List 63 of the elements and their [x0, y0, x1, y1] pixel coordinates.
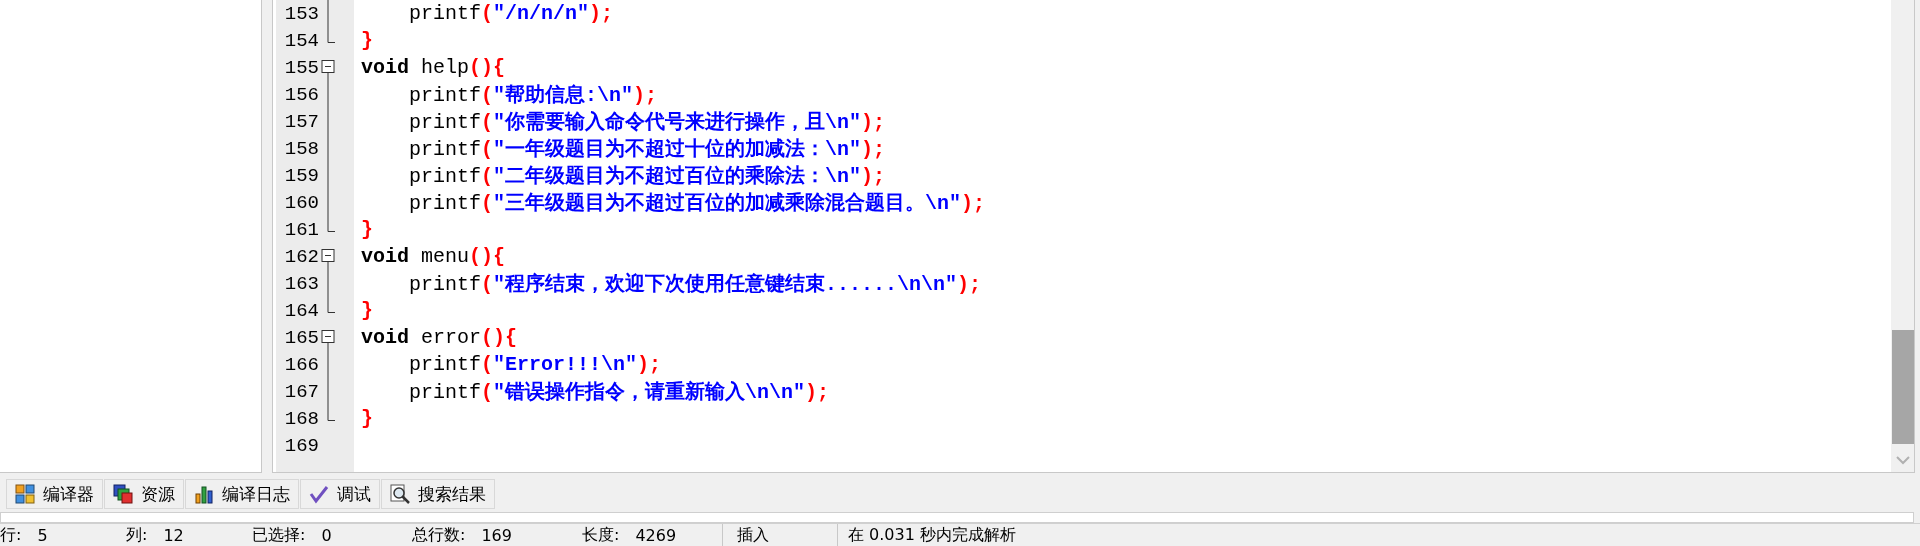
line-number: 160 [283, 191, 319, 214]
scrollbar-thumb[interactable] [1891, 330, 1914, 444]
code-line: printf("你需要输入命令代号来进行操作，且\n"); [408, 110, 886, 135]
status-value: 169 [481, 525, 512, 545]
bar-chart-icon [194, 484, 214, 504]
tab[interactable]: 调试 [300, 479, 380, 509]
status-text: 在 0.031 秒内完成解析 [848, 524, 1016, 546]
fold-line [327, 270, 329, 297]
code-line: void menu(){ [361, 245, 506, 268]
code-line: printf("/n/n/n"); [408, 2, 614, 25]
status-label: 已选择: [252, 524, 306, 546]
tab[interactable]: 资源 [104, 479, 184, 509]
code-line: printf("二年级题目为不超过百位的乘除法：\n"); [408, 164, 886, 189]
code-line: printf("一年级题目为不超过十位的加减法：\n"); [408, 137, 886, 162]
fold-line [327, 0, 329, 27]
code-line: printf("帮助信息:\n"); [408, 83, 658, 108]
line-number: 153 [283, 2, 319, 25]
status-label: 长度: [582, 524, 620, 546]
code-line: } [361, 299, 373, 322]
code-line: } [361, 29, 373, 52]
status-value: 12 [163, 525, 184, 545]
status-value: 0 [321, 525, 332, 545]
code-line: void help(){ [361, 56, 506, 79]
tab[interactable]: 编译日志 [185, 479, 299, 509]
status-label: 列: [126, 524, 148, 546]
fold-end-line [327, 405, 335, 421]
status-value: 4269 [635, 525, 677, 545]
search-icon [390, 484, 410, 504]
status-value: 5 [37, 525, 48, 545]
fold-end-line [327, 27, 335, 43]
grid-icon [15, 484, 35, 504]
line-number: 157 [283, 110, 319, 133]
line-number: 155 [283, 56, 319, 79]
fold-end-line [327, 297, 335, 313]
fold-end-line [327, 216, 335, 232]
line-number: 158 [283, 137, 319, 160]
tab[interactable]: 搜索结果 [381, 479, 495, 509]
line-number: 159 [283, 164, 319, 187]
line-number: 161 [283, 218, 319, 241]
line-number: 168 [283, 407, 319, 430]
line-number: 154 [283, 29, 319, 52]
line-number: 169 [283, 434, 319, 457]
windows-icon [113, 484, 133, 504]
code-line: printf("Error!!!\n"); [408, 353, 662, 376]
checkmark-icon [309, 484, 329, 504]
scrollbar[interactable] [1891, 0, 1914, 472]
code-line: } [361, 407, 373, 430]
line-number: 167 [283, 380, 319, 403]
line-number: 164 [283, 299, 319, 322]
code-line: printf("程序结束，欢迎下次使用任意键结束......\n\n"); [408, 271, 982, 297]
status-label: 总行数: [412, 524, 466, 546]
tab[interactable]: 编译器 [6, 479, 103, 509]
code-line: printf("三年级题目为不超过百位的加减乘除混合题目。\n"); [408, 191, 986, 216]
line-number: 163 [283, 272, 319, 295]
line-number: 165 [283, 326, 319, 349]
status-label: 行: [0, 524, 22, 546]
line-number: 162 [283, 245, 319, 268]
line-number: 166 [283, 353, 319, 376]
code-line: } [361, 218, 373, 241]
status-text: 插入 [737, 524, 769, 546]
code-line: printf("错误操作指令，请重新输入\n\n"); [408, 379, 830, 405]
code-line: void error(){ [361, 326, 518, 349]
line-number: 156 [283, 83, 319, 106]
